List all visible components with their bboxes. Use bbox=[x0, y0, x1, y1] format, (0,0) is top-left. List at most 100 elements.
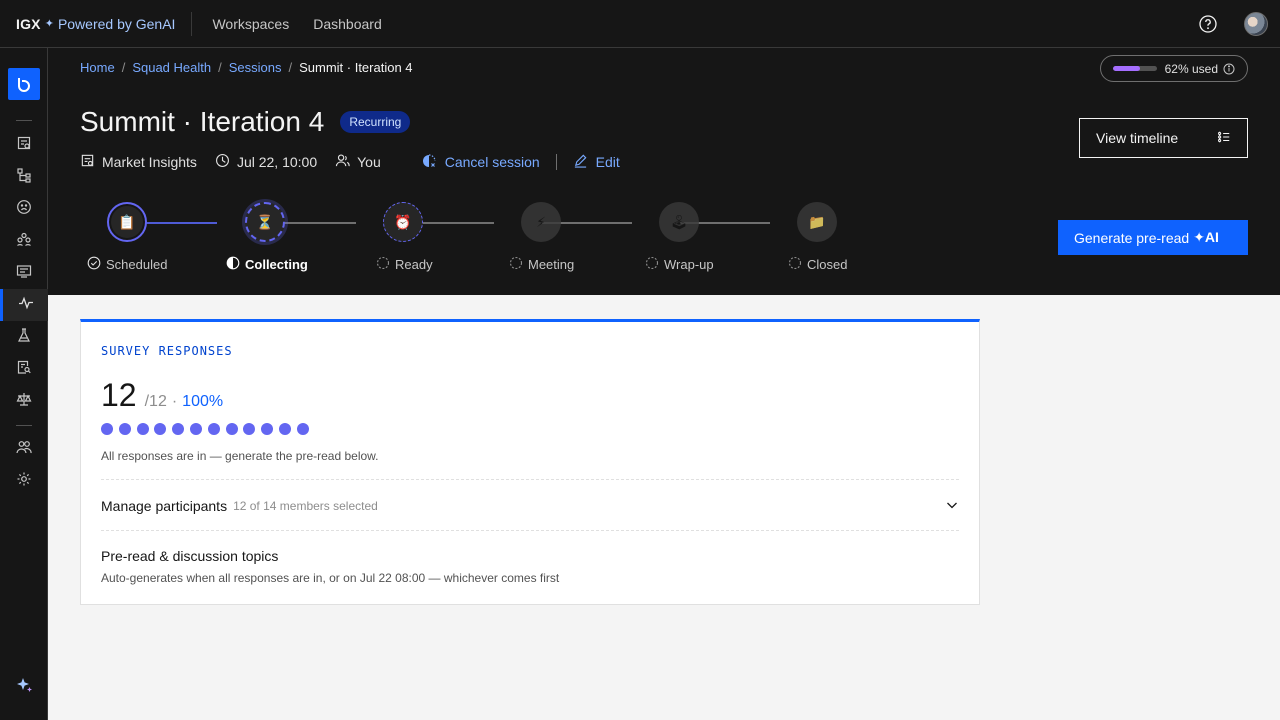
avatar[interactable] bbox=[1244, 12, 1268, 36]
folder-icon: 📁 bbox=[808, 213, 826, 230]
generate-pre-read-button[interactable]: Generate pre-read ✦AI bbox=[1058, 220, 1248, 255]
step-label-ready: Ready bbox=[376, 256, 433, 273]
timeline-icon bbox=[1217, 130, 1231, 147]
cancel-session-label: Cancel session bbox=[444, 154, 540, 170]
app-logo-icon[interactable] bbox=[8, 68, 40, 100]
manage-participants-toggle[interactable]: Manage participants 12 of 14 members sel… bbox=[101, 480, 959, 532]
step-label-wrap-up: Wrap-up bbox=[645, 256, 714, 273]
response-dot bbox=[154, 423, 167, 435]
step-node-ready[interactable]: ⏰ bbox=[383, 202, 423, 242]
brand-powered: Powered by GenAI bbox=[57, 15, 176, 32]
dashed-circle-icon bbox=[509, 256, 528, 273]
breadcrumb-separator: / bbox=[121, 60, 126, 75]
session-owner: You bbox=[357, 154, 381, 170]
session-datetime: Jul 22, 10:00 bbox=[236, 154, 318, 170]
edit-link[interactable]: Edit bbox=[573, 153, 620, 171]
rail-item-settings[interactable] bbox=[0, 465, 48, 497]
card-title: SURVEY RESPONSES bbox=[101, 344, 233, 358]
hourglass-icon: ⏳ bbox=[256, 213, 274, 230]
dashed-circle-icon bbox=[788, 256, 807, 273]
step-label-collecting: Collecting bbox=[226, 256, 308, 273]
response-count-value: 12 bbox=[101, 377, 137, 413]
ai-badge: ✦AI bbox=[1193, 229, 1219, 245]
manage-participants-label: Manage participants bbox=[101, 498, 228, 514]
response-total: /12 bbox=[144, 393, 167, 410]
step-node-closed[interactable]: 📁 bbox=[797, 202, 837, 242]
response-dot bbox=[172, 423, 185, 435]
brand[interactable]: IGX ✦ Powered by GenAI bbox=[0, 0, 175, 48]
activity-icon bbox=[18, 295, 34, 316]
response-dot bbox=[243, 423, 256, 435]
top-divider bbox=[191, 11, 193, 36]
usage-bar bbox=[1112, 66, 1157, 71]
rail-item-sentiment[interactable] bbox=[0, 193, 48, 225]
clock-icon bbox=[215, 153, 237, 171]
rail-item-review[interactable] bbox=[0, 353, 48, 385]
view-timeline-button[interactable]: View timeline bbox=[1079, 118, 1248, 158]
topics-subtitle: Auto-generates when all responses are in… bbox=[101, 571, 560, 585]
recurring-tag: Recurring bbox=[340, 111, 411, 133]
breadcrumb: Home / Squad Health / Sessions / Summit … bbox=[80, 60, 413, 75]
scale-icon bbox=[16, 391, 32, 412]
nav-workspaces[interactable]: Workspaces bbox=[200, 0, 301, 48]
usage-label: 62% used bbox=[1164, 61, 1218, 76]
response-dot bbox=[136, 423, 149, 435]
workspace-meta: Market Insights bbox=[80, 153, 197, 171]
rail-item-people[interactable] bbox=[0, 433, 48, 465]
breadcrumb-sessions[interactable]: Sessions bbox=[229, 60, 282, 75]
breadcrumb-separator: / bbox=[218, 60, 222, 75]
rail-item-balance[interactable] bbox=[0, 385, 48, 417]
rail-item-tasks[interactable] bbox=[0, 129, 48, 161]
rail-item-groups[interactable] bbox=[0, 225, 48, 257]
lightning-icon: ⚡ bbox=[536, 213, 546, 230]
response-dot bbox=[207, 423, 220, 435]
generate-pre-read-label: Generate pre-read bbox=[1074, 229, 1190, 246]
rail-separator bbox=[16, 120, 32, 121]
step-label-text: Collecting bbox=[245, 257, 308, 272]
left-rail bbox=[0, 48, 48, 720]
rail-item-health[interactable] bbox=[0, 289, 48, 321]
step-node-wrap-up[interactable]: 🕹 bbox=[659, 202, 699, 242]
step-label-meeting: Meeting bbox=[509, 256, 574, 273]
response-dot bbox=[225, 423, 238, 435]
chevron-down-icon[interactable] bbox=[945, 498, 959, 517]
rail-item-ai[interactable] bbox=[0, 671, 48, 703]
page-header: Home / Squad Health / Sessions / Summit … bbox=[48, 48, 1280, 295]
rail-item-hierarchy[interactable] bbox=[0, 161, 48, 193]
help-icon[interactable] bbox=[1184, 0, 1232, 48]
rail-item-reports[interactable] bbox=[0, 257, 48, 289]
usage-indicator[interactable]: 62% used bbox=[1099, 55, 1248, 82]
session-stepper: 📋 ⏳ ⏰ ⚡ 🕹 📁 Scheduled Collecting Ready M… bbox=[80, 198, 900, 278]
sparkle-icon: ✦ bbox=[44, 18, 54, 30]
page-title: Summit · Iteration 4 bbox=[80, 106, 325, 137]
group-icon bbox=[16, 231, 32, 252]
card-divider bbox=[101, 530, 959, 531]
top-bar: IGX ✦ Powered by GenAI Workspaces Dashbo… bbox=[0, 0, 1280, 48]
rail-item-flask[interactable] bbox=[0, 321, 48, 353]
view-timeline-label: View timeline bbox=[1096, 130, 1179, 146]
nav-dashboard[interactable]: Dashboard bbox=[301, 0, 394, 48]
step-node-meeting[interactable]: ⚡ bbox=[521, 202, 561, 242]
count-separator: · bbox=[171, 393, 178, 410]
info-icon[interactable] bbox=[1223, 63, 1235, 75]
step-label-closed: Closed bbox=[788, 256, 847, 273]
hierarchy-icon bbox=[16, 167, 32, 188]
workspace-name: Market Insights bbox=[102, 154, 197, 170]
step-node-scheduled[interactable]: 📋 bbox=[107, 202, 147, 242]
step-label-scheduled: Scheduled bbox=[87, 256, 167, 273]
cancel-session-link[interactable]: Cancel session bbox=[421, 153, 540, 172]
survey-responses-card: SURVEY RESPONSES 12 /12 · 100% All respo… bbox=[80, 319, 980, 605]
breadcrumb-squad-health[interactable]: Squad Health bbox=[132, 60, 211, 75]
breadcrumb-home[interactable]: Home bbox=[80, 60, 115, 75]
report-icon bbox=[16, 263, 32, 284]
step-node-collecting[interactable]: ⏳ bbox=[245, 202, 285, 242]
response-dot bbox=[118, 423, 131, 435]
document-search-icon bbox=[16, 359, 32, 380]
rail-separator bbox=[16, 425, 32, 426]
sparkle-icon bbox=[14, 675, 34, 700]
edit-label: Edit bbox=[595, 154, 620, 170]
response-count: 12 /12 · 100% bbox=[101, 377, 223, 414]
participants-selected: 12 of 14 members selected bbox=[233, 499, 378, 513]
pencil-icon bbox=[573, 153, 596, 171]
step-label-text: Meeting bbox=[528, 257, 575, 272]
